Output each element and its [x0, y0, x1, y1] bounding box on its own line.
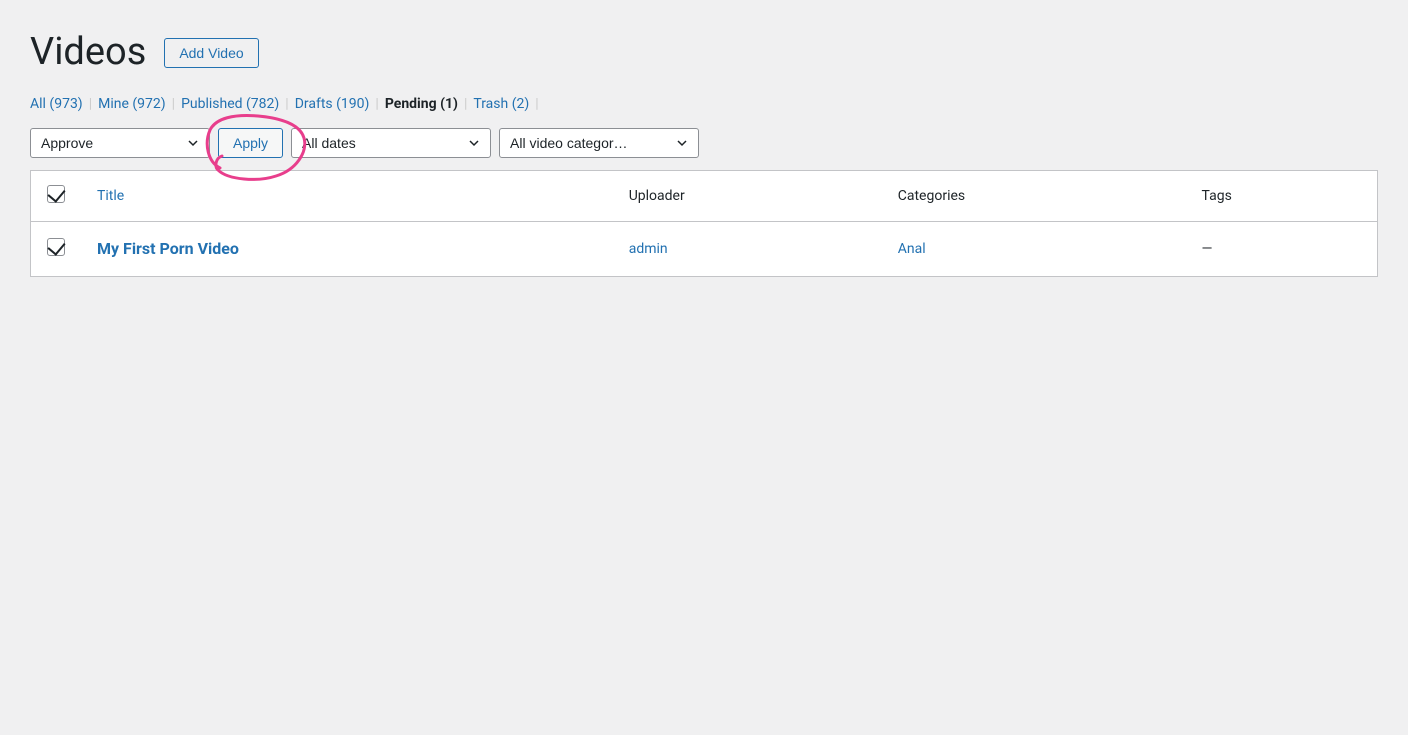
col-header-title[interactable]: Title — [81, 170, 613, 221]
col-header-tags: Tags — [1186, 170, 1378, 221]
video-title-link[interactable]: My First Porn Video — [97, 239, 239, 258]
row-tags-cell: — — [1186, 221, 1378, 276]
sep-6: | — [535, 96, 538, 112]
row-checkbox[interactable] — [47, 238, 65, 256]
sep-5: | — [464, 96, 467, 112]
filter-published: Published (782) — [181, 96, 279, 112]
uploader-link[interactable]: admin — [629, 241, 668, 257]
filter-pending-link[interactable]: Pending (1) — [385, 96, 458, 112]
toolbar: Approve Apply All dates All video catego… — [30, 128, 1378, 158]
page-header: Videos Add Video — [30, 30, 1378, 76]
col-header-categories: Categories — [882, 170, 1186, 221]
sep-3: | — [285, 96, 288, 112]
apply-button[interactable]: Apply — [218, 128, 283, 158]
col-header-check — [31, 170, 82, 221]
category-filter-select[interactable]: All video categor… — [499, 128, 699, 158]
filter-published-link[interactable]: Published (782) — [181, 96, 279, 112]
date-filter-select[interactable]: All dates — [291, 128, 491, 158]
videos-table: Title Uploader Categories Tags My First … — [30, 170, 1378, 277]
filter-mine-link[interactable]: Mine (972) — [98, 96, 166, 112]
bulk-action-select[interactable]: Approve — [30, 128, 210, 158]
row-check-cell — [31, 221, 82, 276]
page-title: Videos — [30, 30, 146, 76]
status-filters: All (973) | Mine (972) | Published (782)… — [30, 96, 1378, 112]
filter-all: All (973) — [30, 96, 83, 112]
filter-trash-link[interactable]: Trash (2) — [473, 96, 529, 112]
row-title-cell: My First Porn Video — [81, 221, 613, 276]
add-video-button[interactable]: Add Video — [164, 38, 258, 68]
apply-btn-wrapper: Apply — [218, 128, 283, 158]
filter-mine: Mine (972) — [98, 96, 166, 112]
filter-all-link[interactable]: All (973) — [30, 96, 83, 112]
filter-pending: Pending (1) — [385, 96, 458, 112]
filter-drafts-link[interactable]: Drafts (190) — [295, 96, 370, 112]
sep-4: | — [375, 96, 378, 112]
select-all-checkbox[interactable] — [47, 185, 65, 203]
table-row: My First Porn Video admin Anal — — [31, 221, 1378, 276]
filter-trash: Trash (2) — [473, 96, 529, 112]
table-header-row: Title Uploader Categories Tags — [31, 170, 1378, 221]
sep-1: | — [89, 96, 92, 112]
category-link[interactable]: Anal — [898, 241, 926, 257]
page-wrapper: Videos Add Video All (973) | Mine (972) … — [0, 0, 1408, 307]
sep-2: | — [172, 96, 175, 112]
col-header-uploader: Uploader — [613, 170, 882, 221]
row-categories-cell: Anal — [882, 221, 1186, 276]
tags-value: — — [1202, 241, 1213, 257]
table-wrapper: Title Uploader Categories Tags My First … — [30, 158, 1378, 277]
row-uploader-cell: admin — [613, 221, 882, 276]
filter-drafts: Drafts (190) — [295, 96, 370, 112]
